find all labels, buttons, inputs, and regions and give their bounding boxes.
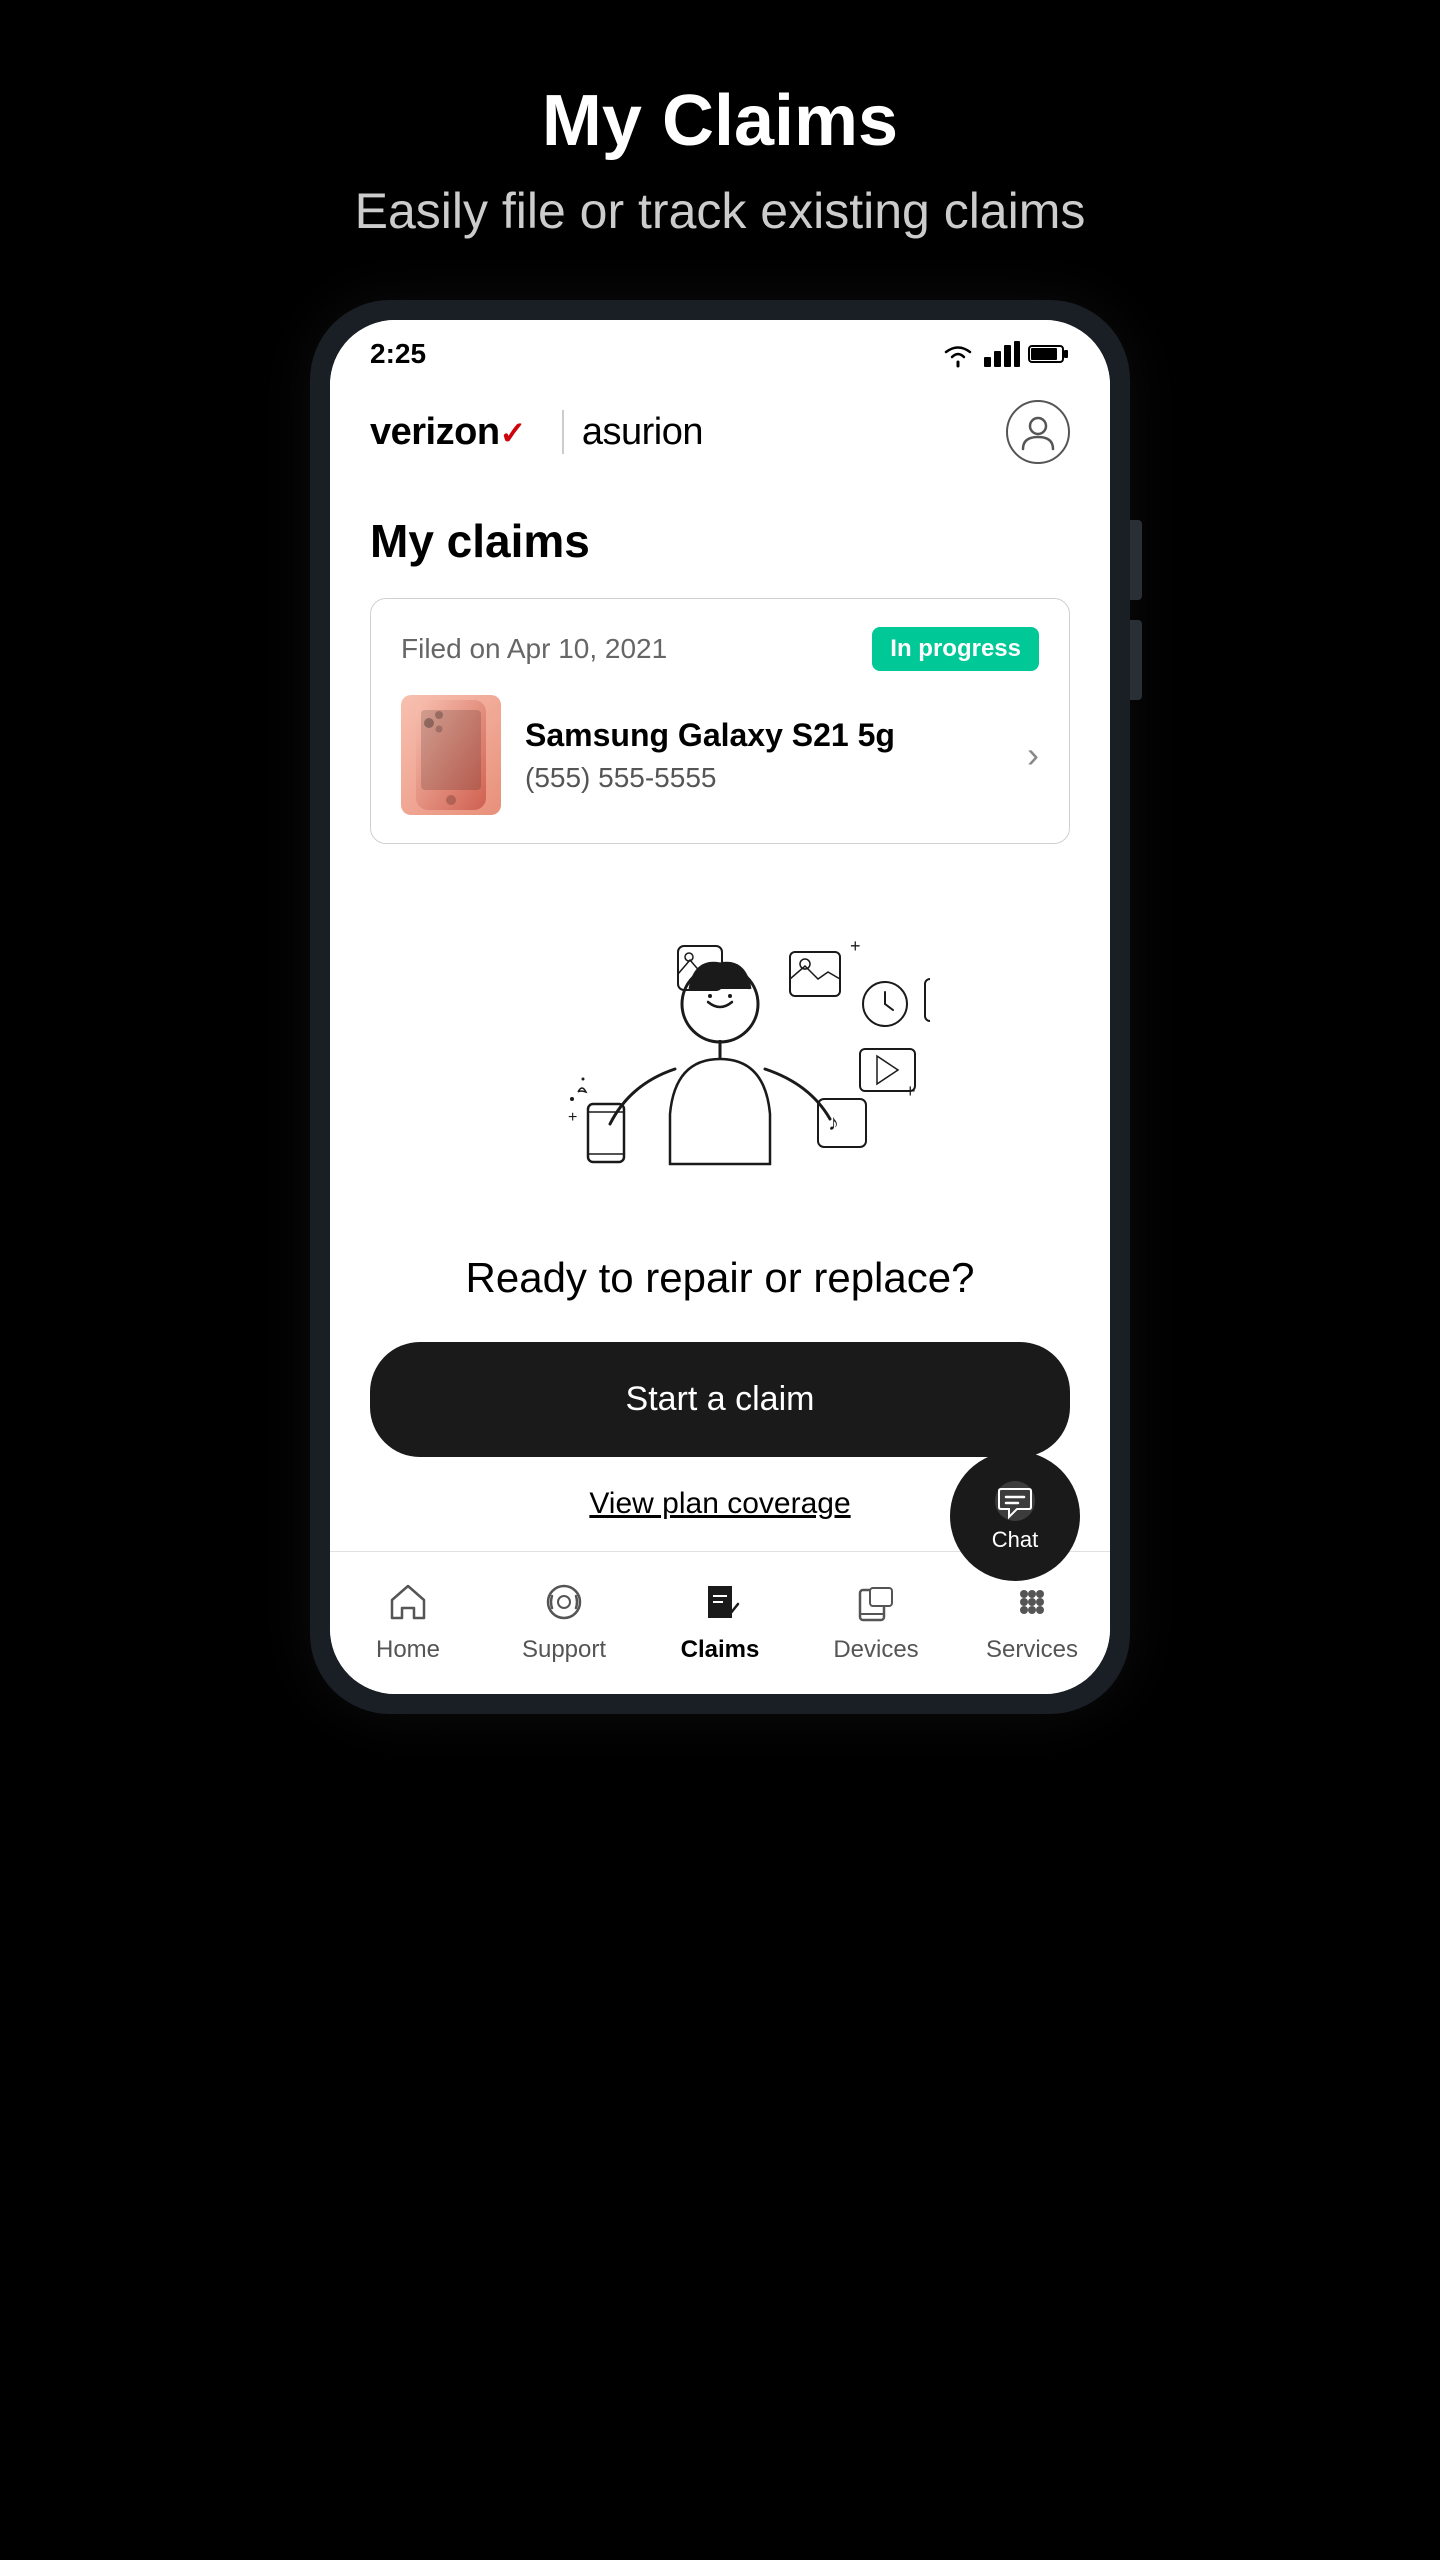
start-claim-button[interactable]: Start a claim	[370, 1342, 1070, 1457]
status-bar: 2:25	[330, 320, 1110, 380]
home-icon	[382, 1576, 434, 1628]
nav-item-services[interactable]: Services	[982, 1576, 1082, 1664]
support-icon	[538, 1576, 590, 1628]
page-subtitle: Easily file or track existing claims	[310, 182, 1130, 240]
nav-item-home[interactable]: Home	[358, 1576, 458, 1664]
services-icon	[1006, 1576, 1058, 1628]
signal-icon	[984, 341, 1020, 367]
svg-text:+: +	[850, 936, 861, 956]
illustration-section: + ♪	[370, 844, 1070, 1551]
repair-illustration: + ♪	[510, 884, 930, 1224]
svg-text:♪: ♪	[828, 1110, 839, 1135]
verizon-logo: verizon✓	[370, 411, 544, 454]
nav-label-services: Services	[986, 1636, 1078, 1664]
status-time: 2:25	[370, 338, 426, 370]
nav-label-devices: Devices	[833, 1636, 918, 1664]
nav-item-claims[interactable]: Claims	[670, 1576, 770, 1664]
claim-device-row: Samsung Galaxy S21 5g (555) 555-5555 ›	[401, 695, 1039, 815]
filed-date: Filed on Apr 10, 2021	[401, 633, 667, 665]
content-area: My claims Filed on Apr 10, 2021 In progr…	[330, 484, 1110, 1551]
asurion-logo: asurion	[582, 411, 703, 454]
device-phone-number: (555) 555-5555	[525, 762, 1003, 794]
user-icon	[1019, 413, 1057, 451]
nav-item-devices[interactable]: Devices	[826, 1576, 926, 1664]
device-name: Samsung Galaxy S21 5g	[525, 717, 1003, 754]
chat-icon	[993, 1479, 1037, 1523]
device-info: Samsung Galaxy S21 5g (555) 555-5555	[525, 717, 1003, 794]
nav-item-support[interactable]: Support	[514, 1576, 614, 1664]
nav-label-support: Support	[522, 1636, 606, 1664]
battery-icon	[1028, 343, 1070, 365]
chat-fab-label: Chat	[992, 1527, 1038, 1553]
phone-frame: 2:25	[310, 300, 1130, 1714]
logo-container: verizon✓ asurion	[370, 410, 703, 454]
view-coverage-link[interactable]: View plan coverage	[589, 1487, 850, 1521]
status-badge: In progress	[872, 627, 1039, 671]
page-title: My Claims	[310, 80, 1130, 162]
nav-label-claims: Claims	[681, 1636, 760, 1664]
volume-down-button	[1130, 620, 1142, 700]
section-title: My claims	[370, 514, 1070, 568]
page-container: My Claims Easily file or track existing …	[310, 80, 1130, 1714]
status-icons	[940, 340, 1070, 368]
device-illustration	[401, 695, 501, 815]
user-profile-button[interactable]	[1006, 400, 1070, 464]
chevron-right-icon: ›	[1027, 734, 1039, 776]
chat-fab-button[interactable]: Chat	[950, 1451, 1080, 1581]
device-image	[401, 695, 501, 815]
wifi-icon	[940, 340, 976, 368]
phone-screen: 2:25	[330, 320, 1110, 1694]
claim-card-header: Filed on Apr 10, 2021 In progress	[401, 627, 1039, 671]
illustration-container: + ♪	[510, 884, 930, 1224]
logo-divider	[562, 410, 564, 454]
claim-card[interactable]: Filed on Apr 10, 2021 In progress	[370, 598, 1070, 844]
ready-text: Ready to repair or replace?	[466, 1254, 975, 1302]
devices-icon	[850, 1576, 902, 1628]
app-header: verizon✓ asurion	[330, 380, 1110, 484]
page-header: My Claims Easily file or track existing …	[310, 80, 1130, 240]
claims-icon	[694, 1576, 746, 1628]
nav-label-home: Home	[376, 1636, 440, 1664]
svg-text:+: +	[905, 1081, 916, 1101]
volume-up-button	[1130, 520, 1142, 600]
svg-text:+: +	[568, 1109, 577, 1126]
